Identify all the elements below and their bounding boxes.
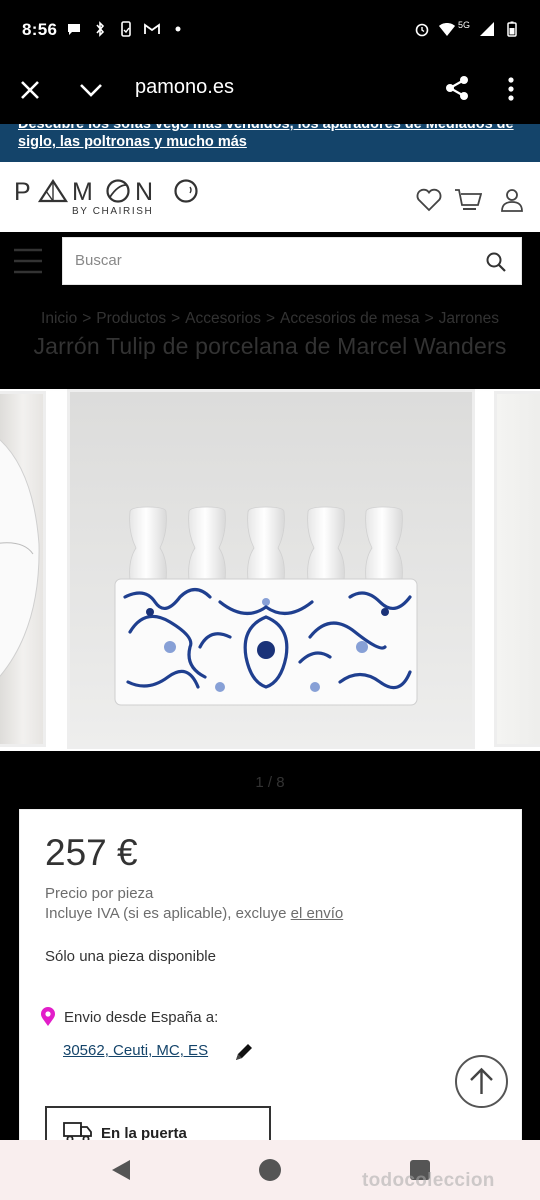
chat-bubble-icon: [68, 24, 80, 35]
dot-icon: [175, 26, 181, 32]
svg-text:M: M: [72, 178, 98, 204]
more-options-icon[interactable]: [500, 76, 522, 102]
site-header: P M N BY CHAIRISH: [0, 162, 540, 232]
availability-text: Sólo una pieza disponible: [45, 948, 216, 965]
user-icon[interactable]: [498, 186, 526, 214]
product-gallery[interactable]: [0, 389, 540, 751]
bluetooth-icon: [96, 21, 105, 37]
scroll-to-top-button[interactable]: [455, 1055, 508, 1108]
battery-icon: [507, 21, 517, 37]
price-note: Precio por pieza Incluye IVA (si es apli…: [45, 884, 343, 924]
signal-icon: [480, 22, 494, 36]
breadcrumb-inicio[interactable]: Inicio: [41, 310, 77, 327]
status-time: 8:56: [22, 20, 58, 39]
ship-from-row: Envio desde España a:: [40, 1007, 218, 1027]
breadcrumb-accesorios-de-mesa[interactable]: Accesorios de mesa: [280, 310, 420, 327]
tax-note: Incluye IVA (si es aplicable), excluye e…: [45, 905, 344, 922]
search-input[interactable]: [75, 252, 455, 269]
browser-toolbar: pamono.es: [0, 62, 540, 124]
share-icon[interactable]: [443, 74, 471, 102]
android-nav-bar: todocoleccion: [0, 1140, 540, 1200]
search-icon[interactable]: [485, 251, 507, 273]
phone-link-icon: [121, 21, 131, 37]
location-pin-icon: [41, 1007, 55, 1026]
cart-icon[interactable]: [454, 186, 482, 214]
url-display[interactable]: pamono.es: [135, 76, 234, 99]
product-title: Jarrón Tulip de porcelana de Marcel Wand…: [33, 333, 507, 359]
search-box[interactable]: [62, 237, 522, 285]
svg-text:N: N: [135, 178, 153, 204]
hamburger-menu-icon[interactable]: [13, 247, 43, 275]
system-icons: 5G: [414, 20, 520, 37]
gallery-main-image[interactable]: [67, 389, 475, 749]
heart-icon[interactable]: [415, 186, 443, 214]
breadcrumb-jarrones[interactable]: Jarrones: [439, 310, 499, 327]
gmail-icon: [144, 23, 160, 34]
alarm-icon: [415, 23, 429, 37]
chevron-down-icon[interactable]: [78, 78, 104, 102]
breadcrumb-accesorios[interactable]: Accesorios: [185, 310, 261, 327]
network-type: 5G: [457, 20, 470, 30]
close-icon[interactable]: [18, 78, 42, 102]
promo-banner[interactable]: Descubre los sofás vego más vendidos, lo…: [0, 124, 540, 162]
promo-text[interactable]: Descubre los sofás vego más vendidos, lo…: [18, 124, 523, 151]
tulip-vase-photo: [70, 392, 472, 746]
gallery-next-image[interactable]: [494, 391, 540, 747]
svg-text:P: P: [14, 178, 37, 204]
product-price: 257 €: [45, 832, 138, 873]
notification-icons: [66, 21, 186, 37]
gallery-previous-image[interactable]: [0, 391, 46, 747]
breadcrumb-productos[interactable]: Productos: [96, 310, 166, 327]
home-icon[interactable]: [259, 1159, 281, 1181]
logo-subtitle: BY CHAIRISH: [72, 206, 154, 217]
price-card: 257 € Precio por pieza Incluye IVA (si e…: [19, 809, 522, 1158]
pencil-icon[interactable]: [233, 1041, 255, 1063]
arrow-up-icon: [470, 1067, 493, 1094]
vase-partial-image: [0, 439, 40, 677]
pamono-logo[interactable]: P M N: [14, 178, 198, 204]
ship-location-link[interactable]: 30562, Ceuti, MC, ES: [63, 1042, 208, 1059]
price-per-label: Precio por pieza: [45, 885, 154, 902]
ship-from-label: Envio desde España a:: [64, 1008, 219, 1026]
gallery-pager: 1 / 8: [255, 774, 285, 791]
breadcrumb: Inicio > Productos > Accesorios > Accesorios d…: [41, 310, 499, 327]
watermark: todocoleccion: [362, 1170, 495, 1191]
wifi-icon: [438, 23, 455, 36]
back-icon[interactable]: [110, 1158, 132, 1182]
status-bar: 8:56 5G: [0, 0, 540, 62]
shipping-link[interactable]: el envío: [291, 905, 344, 922]
